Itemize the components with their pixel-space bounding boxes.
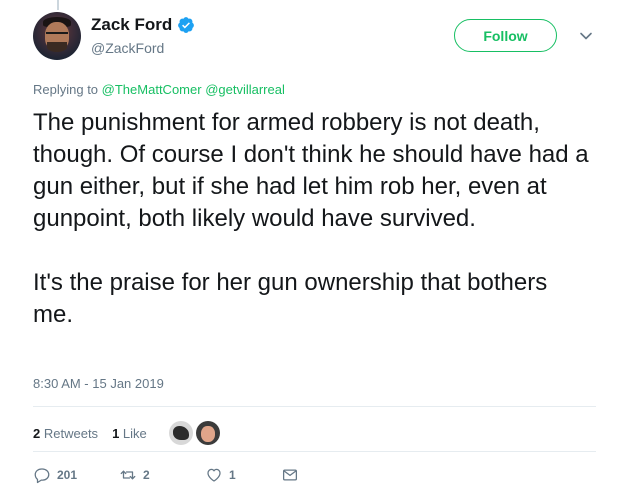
likes-count: 1 (112, 425, 120, 441)
engagement-stats: 2 Retweets 1 Like (33, 421, 223, 445)
divider (33, 406, 596, 407)
retweet-action[interactable]: 2 (119, 466, 179, 484)
mention-link-getvillarreal[interactable]: @getvillarreal (205, 82, 285, 97)
avatar-beard (47, 42, 67, 52)
tweet-timestamp[interactable]: 8:30 AM - 15 Jan 2019 (33, 376, 164, 391)
replying-to-label: Replying to (33, 82, 99, 97)
like-count: 1 (229, 468, 236, 482)
author-handle[interactable]: @ZackFord (91, 40, 164, 56)
envelope-icon (282, 469, 298, 481)
verified-badge-icon (178, 17, 195, 33)
replying-to-context: Replying to @TheMattComer @getvillarreal (33, 82, 285, 97)
author-display-name[interactable]: Zack Ford (91, 15, 172, 35)
retweets-stat[interactable]: 2 Retweets (33, 426, 98, 441)
reply-count: 201 (57, 468, 78, 482)
chevron-down-icon[interactable] (579, 29, 593, 43)
avatar-glasses (46, 32, 68, 39)
reply-action[interactable]: 201 (33, 466, 93, 484)
tweet-text: The punishment for armed robbery is not … (33, 107, 593, 331)
retweets-count: 2 (33, 425, 41, 441)
retweet-count: 2 (143, 468, 150, 482)
mention-link-themattcomer[interactable]: @TheMattComer (102, 82, 202, 97)
tweet-paragraph: It's the praise for her gun ownership th… (33, 269, 548, 328)
liker-avatar[interactable] (195, 421, 220, 445)
retweet-icon (120, 470, 136, 480)
liker-avatar[interactable] (168, 421, 193, 445)
likes-stat[interactable]: 1 Like (112, 426, 147, 441)
retweets-label: Retweets (43, 425, 99, 441)
direct-message-action[interactable] (281, 466, 299, 484)
tweet-paragraph: The punishment for armed robbery is not … (33, 109, 589, 232)
thread-connector-line (57, 0, 59, 10)
likes-label: Like (122, 425, 147, 441)
reply-icon (34, 468, 50, 484)
divider (33, 451, 596, 452)
avatar[interactable] (33, 12, 81, 60)
author-name-row[interactable]: Zack Ford (91, 15, 195, 35)
tweet-actions: 201 2 1 (33, 466, 299, 484)
heart-icon (207, 468, 221, 482)
liker-avatars (168, 421, 223, 445)
like-action[interactable]: 1 (205, 466, 265, 484)
follow-button[interactable]: Follow (454, 19, 557, 52)
